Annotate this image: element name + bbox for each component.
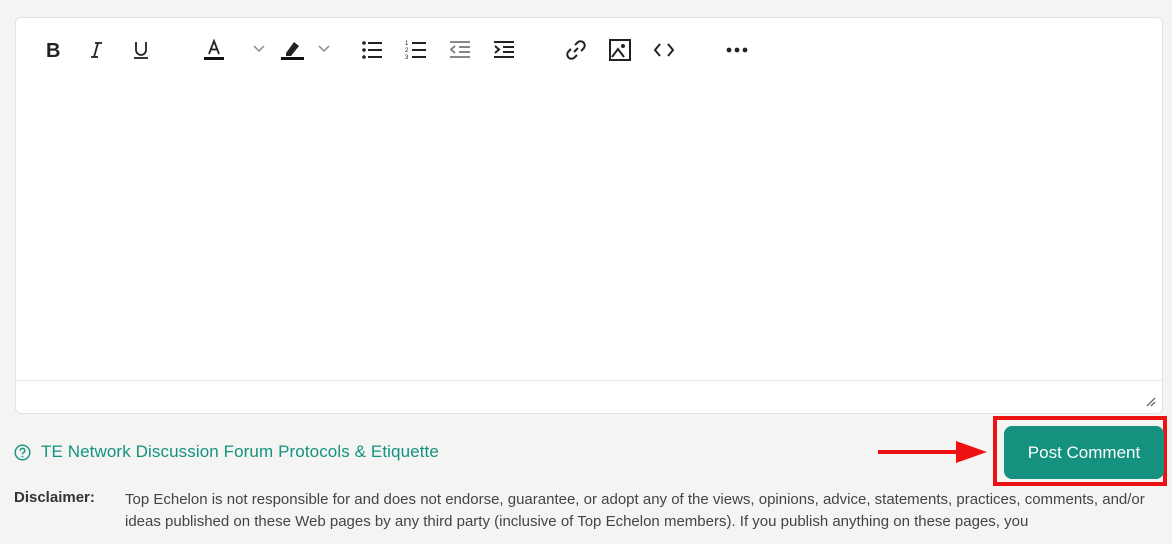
svg-text:B: B <box>46 40 60 60</box>
svg-text:3: 3 <box>405 55 409 61</box>
link-icon <box>566 40 586 60</box>
more-options-button[interactable] <box>723 36 751 64</box>
increase-indent-button[interactable] <box>490 36 518 64</box>
underline-icon <box>134 42 148 59</box>
italic-icon <box>91 42 102 58</box>
highlighter-icon <box>281 42 304 60</box>
forum-guidelines-link[interactable]: TE Network Discussion Forum Protocols & … <box>14 442 439 462</box>
underline-button[interactable] <box>127 36 155 64</box>
resize-handle-icon[interactable] <box>1144 395 1156 407</box>
decrease-indent-button[interactable] <box>446 36 474 64</box>
bullet-list-button[interactable] <box>358 36 386 64</box>
numbered-list-button[interactable]: 1 2 3 <box>402 36 430 64</box>
more-horizontal-icon <box>726 47 748 53</box>
question-circle-icon <box>14 443 31 461</box>
outdent-icon <box>449 41 470 58</box>
numbered-list-icon: 1 2 3 <box>405 41 426 61</box>
highlight-color-button[interactable] <box>278 36 306 64</box>
comment-text-area[interactable] <box>16 78 1162 382</box>
disclaimer-text: Top Echelon is not responsible for and d… <box>125 491 1145 530</box>
forum-guidelines-label: TE Network Discussion Forum Protocols & … <box>41 442 439 461</box>
insert-link-button[interactable] <box>562 36 590 64</box>
post-comment-button[interactable]: Post Comment <box>1004 426 1164 479</box>
bullet-list-icon <box>362 41 382 59</box>
svg-text:1: 1 <box>405 41 409 47</box>
editor-toolbar: B 1 2 3 <box>16 18 1162 78</box>
text-color-icon <box>204 38 224 60</box>
code-icon <box>653 43 675 57</box>
insert-image-button[interactable] <box>606 36 634 64</box>
chevron-down-icon[interactable] <box>252 42 266 56</box>
bold-button[interactable]: B <box>39 36 67 64</box>
editor-status-bar <box>16 380 1162 413</box>
chevron-down-icon[interactable] <box>317 42 331 56</box>
svg-text:2: 2 <box>405 48 409 54</box>
indent-icon <box>494 41 514 58</box>
code-button[interactable] <box>650 36 678 64</box>
bold-icon: B <box>46 40 60 60</box>
annotation-arrow <box>878 441 987 463</box>
disclaimer-label: Disclaimer: <box>14 489 95 506</box>
italic-button[interactable] <box>83 36 111 64</box>
text-color-button[interactable] <box>200 36 228 64</box>
comment-editor: B 1 2 3 <box>15 17 1163 414</box>
image-icon <box>609 39 631 61</box>
